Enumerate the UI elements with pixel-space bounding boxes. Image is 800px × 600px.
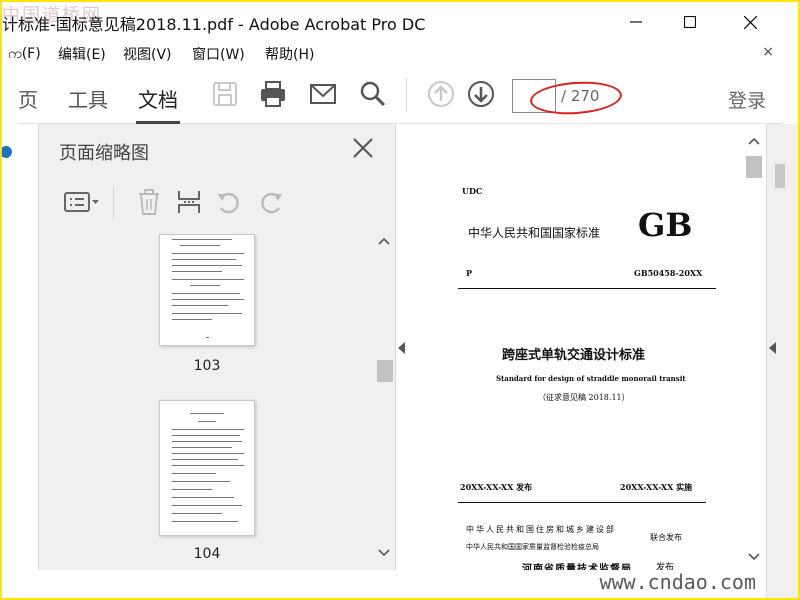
- issuer-1: 中华人民共和国住房和城乡建设部: [466, 525, 616, 534]
- document-scrollbar[interactable]: [744, 124, 764, 570]
- draft-note: （征求意见稿 2018.11）: [538, 393, 630, 402]
- options-menu-icon[interactable]: [63, 188, 101, 216]
- udc-label: UDC: [462, 186, 483, 196]
- expand-pane-icon[interactable]: [769, 342, 777, 354]
- print-icon[interactable]: [258, 79, 288, 109]
- tab-document[interactable]: 文档: [138, 84, 178, 113]
- menu-edit[interactable]: 编辑(E): [58, 44, 106, 64]
- email-icon[interactable]: [308, 79, 338, 109]
- menu-bar: က(F) 编辑(E) 视图(V) 窗口(W) 帮助(H) ×: [2, 42, 798, 66]
- implementation-date: 20XX-XX-XX 实施: [620, 482, 693, 492]
- site-brand: www.cndao.com: [599, 570, 756, 594]
- minimize-button[interactable]: [613, 6, 659, 38]
- chevron-up-icon[interactable]: [375, 234, 393, 248]
- document-view: UDC 中华人民共和国国家标准 GB P GB50458-20XX 跨座式单轨交…: [408, 124, 748, 570]
- navigation-strip: [2, 124, 18, 598]
- scrollbar-thumb[interactable]: [377, 360, 393, 382]
- title-bar: 中国道桥网 计标准-国标意见稿2018.11.pdf - Adobe Acrob…: [2, 2, 798, 42]
- save-icon[interactable]: [210, 79, 240, 109]
- previous-page-icon[interactable]: [426, 79, 456, 109]
- scrollbar-thumb[interactable]: [746, 156, 762, 178]
- toolbar: 页 工具 文档 / 270 登录: [18, 66, 782, 124]
- panel-toolbar: [39, 180, 397, 226]
- p-label: P: [466, 268, 473, 278]
- menu-view[interactable]: 视图(V): [123, 44, 172, 64]
- tab-home[interactable]: 页: [18, 84, 38, 113]
- footer-rule: [458, 502, 706, 503]
- thumbnail-label: 103: [193, 358, 221, 374]
- bottom-bar: www.cndao.com: [2, 570, 766, 598]
- country-standard: 中华人民共和国国家标准: [468, 226, 601, 240]
- close-icon: [743, 15, 757, 29]
- chevron-down-icon[interactable]: [744, 550, 764, 564]
- standard-code: GB50458-20XX: [634, 268, 703, 278]
- next-page-icon[interactable]: [466, 79, 496, 109]
- collapse-panel-icon[interactable]: [398, 342, 406, 354]
- issuer-3: 河南省质量技术监督局: [522, 564, 632, 570]
- page-thumbnails-icon[interactable]: [2, 144, 16, 160]
- page-thumbnail[interactable]: [159, 400, 255, 536]
- tab-tools[interactable]: 工具: [68, 84, 108, 113]
- gb-logo: GB: [638, 206, 693, 244]
- chevron-down-icon[interactable]: [375, 546, 393, 560]
- close-icon[interactable]: [351, 136, 375, 160]
- rotate-right-icon[interactable]: [257, 188, 285, 216]
- panel-toolbar-separator: [113, 186, 114, 220]
- menu-help[interactable]: 帮助(H): [265, 44, 314, 64]
- thumbnail-label: 104: [193, 546, 221, 562]
- document-page: UDC 中华人民共和国国家标准 GB P GB50458-20XX 跨座式单轨交…: [410, 124, 748, 570]
- window-title: 计标准-国标意见稿2018.11.pdf - Adobe Acrobat Pro…: [2, 15, 426, 34]
- maximize-icon: [684, 16, 696, 28]
- document-title-en: Standard for design of straddle monorail…: [496, 374, 686, 383]
- document-title: 跨座式单轨交通设计标准: [502, 348, 646, 363]
- close-window-button[interactable]: [727, 6, 773, 38]
- menu-file[interactable]: က(F): [8, 44, 41, 65]
- right-pane-strip: [766, 124, 798, 598]
- insert-page-icon[interactable]: [175, 188, 203, 216]
- header-rule: [458, 288, 716, 289]
- close-document-icon[interactable]: ×: [762, 44, 774, 60]
- menu-window[interactable]: 窗口(W): [192, 44, 245, 64]
- maximize-button[interactable]: [667, 6, 713, 38]
- right-scrollbar-thumb[interactable]: [775, 164, 785, 188]
- rotate-left-icon[interactable]: [215, 188, 243, 216]
- chevron-up-icon[interactable]: [744, 134, 764, 148]
- panel-title: 页面缩略图: [59, 143, 149, 164]
- sign-in-link[interactable]: 登录: [728, 86, 766, 113]
- issue-label: 发布: [656, 563, 675, 570]
- thumbnail-list: 103 104: [39, 234, 379, 570]
- toolbar-separator: [406, 78, 407, 112]
- minimize-icon: [630, 21, 642, 23]
- issuer-2: 中华人民共和国国家质量监督检验检疫总局: [466, 543, 599, 551]
- search-icon[interactable]: [358, 79, 388, 109]
- thumbnail-panel: 页面缩略图 103 104: [38, 124, 396, 570]
- thumbnail-scrollbar[interactable]: [375, 234, 393, 564]
- joint-release: 联合发布: [650, 533, 682, 542]
- app-window: 中国道桥网 计标准-国标意见稿2018.11.pdf - Adobe Acrob…: [2, 2, 798, 598]
- page-thumbnail[interactable]: [159, 234, 255, 346]
- publish-date: 20XX-XX-XX 发布: [460, 482, 533, 492]
- delete-icon[interactable]: [135, 188, 163, 216]
